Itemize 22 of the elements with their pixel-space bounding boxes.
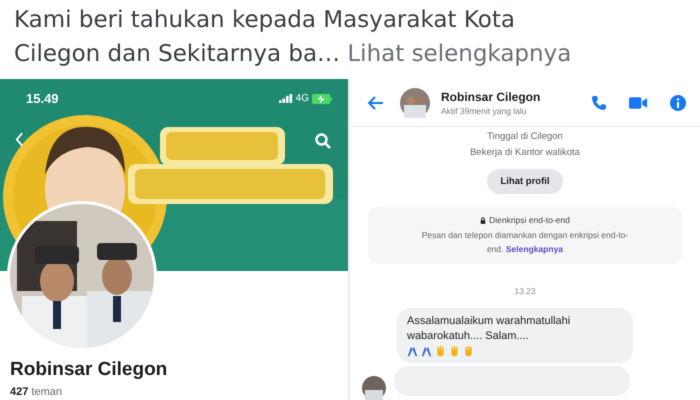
info-icon[interactable] <box>670 94 686 110</box>
video-camera-icon[interactable] <box>629 96 648 110</box>
phone-icon[interactable] <box>591 94 607 110</box>
waving-hand-icon <box>463 346 474 357</box>
learn-more-link[interactable]: Selengkapnya <box>506 244 564 254</box>
profile-detail: Tinggal di Cilegon <box>487 130 563 144</box>
see-more-link[interactable]: Lihat selengkapnya <box>347 41 572 67</box>
view-profile-button[interactable]: Lihat profil <box>487 169 563 194</box>
encryption-text: Pesan dan telepon diamankan dengan enkripsi end-to-end. Selengkapnya <box>420 229 630 256</box>
active-status: Aktif 39menit yang lalu <box>441 106 528 116</box>
message-text: Assalamualaikum warahmatullahi wabarokatuh.... Salam.... <box>407 314 572 344</box>
lock-icon <box>480 216 486 224</box>
friends-count: 427 teman <box>10 386 63 398</box>
contact-name: Robinsar Cilegon <box>441 90 542 104</box>
waving-hand-icon <box>435 346 446 357</box>
encryption-title: Dienkripsi end-to-end <box>489 215 570 225</box>
message-time: 13.23 <box>514 286 536 296</box>
profile-detail: Bekerja di Kantor walikota <box>470 146 580 160</box>
post-text: Kami beri tahukan kepada Masyarakat Kota Cilegon dan Sekitarnya ba… Lihat selengkapnya <box>14 6 572 69</box>
profile-name: Robinsar Cilegon <box>10 359 168 381</box>
waving-hand-icon <box>449 346 460 357</box>
back-arrow-icon[interactable] <box>368 96 384 110</box>
